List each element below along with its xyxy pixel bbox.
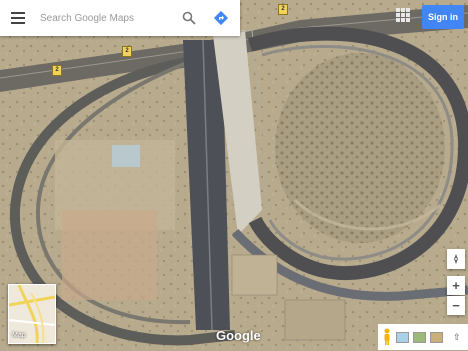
map-type-toggle[interactable]: Map bbox=[8, 284, 56, 344]
imagery-thumbnail[interactable] bbox=[396, 331, 409, 343]
menu-icon bbox=[11, 12, 25, 24]
earth-thumbnail[interactable] bbox=[430, 331, 443, 343]
expand-icon[interactable]: ⇧ bbox=[453, 332, 461, 343]
terrain-thumbnail[interactable] bbox=[413, 331, 426, 343]
directions-button[interactable] bbox=[204, 0, 238, 36]
search-box bbox=[0, 0, 240, 36]
google-logo: Google bbox=[216, 328, 261, 343]
compass-button[interactable] bbox=[447, 249, 465, 269]
zoom-in-button[interactable]: + bbox=[447, 276, 465, 295]
pegman-icon[interactable] bbox=[382, 328, 392, 346]
route-shield-badge: 2 bbox=[122, 46, 132, 57]
search-input[interactable] bbox=[36, 12, 174, 24]
compass-icon bbox=[454, 254, 458, 264]
route-shield-badge: 2 bbox=[278, 4, 288, 15]
sign-in-button[interactable]: Sign in bbox=[422, 5, 464, 29]
search-button[interactable] bbox=[174, 0, 204, 36]
menu-button[interactable] bbox=[0, 0, 36, 36]
apps-grid-icon[interactable] bbox=[396, 8, 410, 22]
minimap-label: Map bbox=[12, 332, 26, 339]
zoom-out-button[interactable]: − bbox=[447, 296, 465, 315]
bottom-toolbar: ⇧ bbox=[378, 324, 468, 350]
search-icon bbox=[182, 11, 196, 25]
directions-icon bbox=[213, 10, 229, 26]
satellite-map[interactable] bbox=[0, 0, 468, 350]
route-shield-badge: 2 bbox=[52, 65, 62, 76]
